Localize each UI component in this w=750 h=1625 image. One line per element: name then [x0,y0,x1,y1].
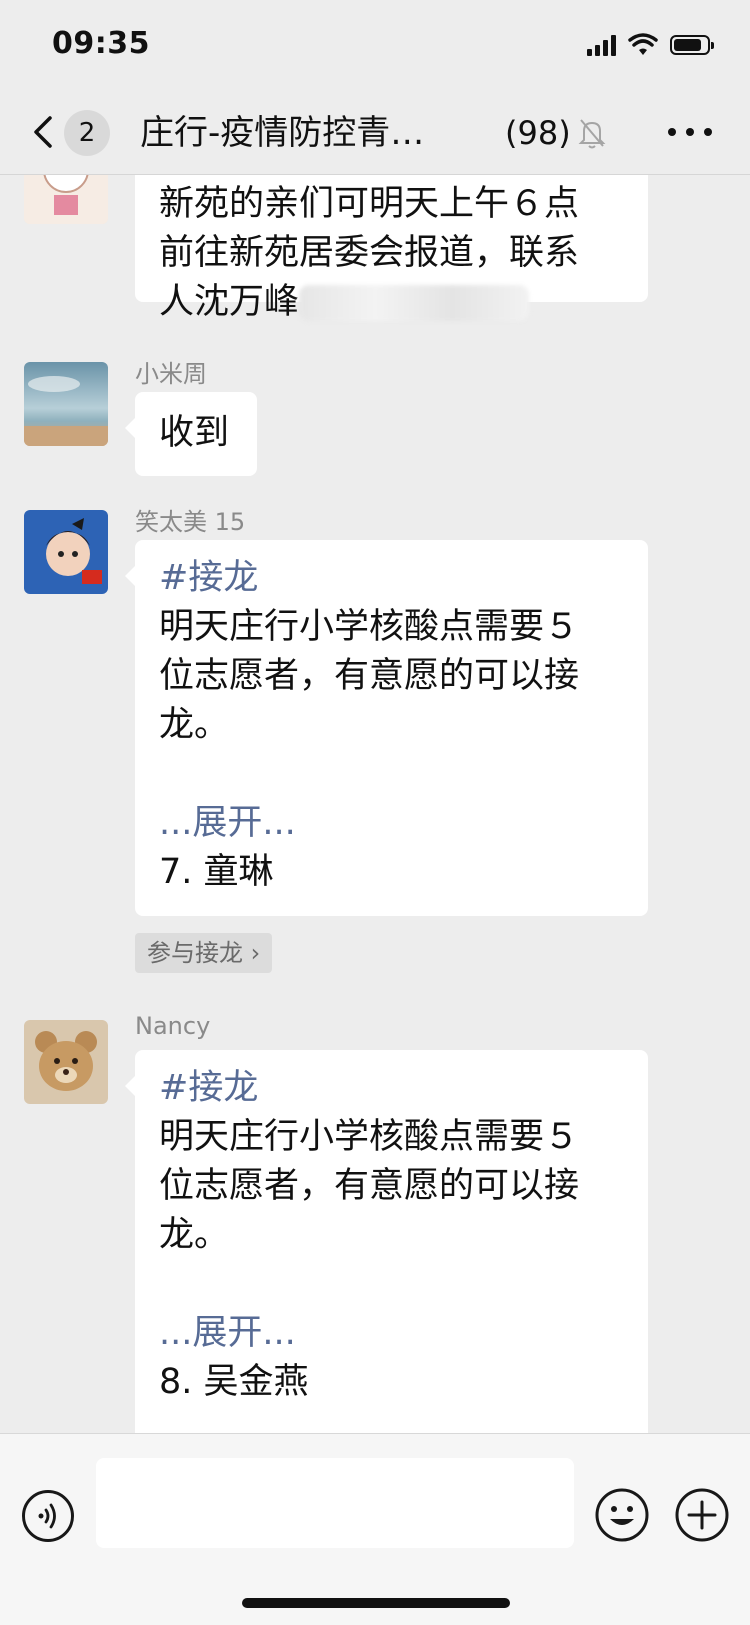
voice-button[interactable] [22,1490,74,1542]
message-line: 龙。 [159,705,230,745]
message-bubble[interactable]: 新苑的亲们可明天上午６点 前往新苑居委会报道，联系 人沈万峰 [135,175,648,322]
join-solitaire-button[interactable]: 参与接龙 › [135,933,273,973]
battery-level [674,39,701,51]
expand-link[interactable]: ...展开... [159,1309,624,1358]
message-text: 收到 [159,413,230,453]
unread-count-badge[interactable]: 2 [64,110,110,156]
status-time: 09:35 [52,26,150,61]
cellular-signal-icon [587,34,616,56]
message-line: 人沈万峰 [159,278,624,327]
message-line: 明天庄行小学核酸点需要５ [159,607,580,647]
message-line: 新苑的亲们可明天上午６点 [159,184,580,224]
message-input[interactable] [96,1458,574,1548]
message-line-text: 人沈万峰 [159,282,300,322]
solitaire-entry: 8. 吴金燕 [159,1362,309,1402]
battery-icon [670,35,714,55]
solitaire-tag[interactable]: #接龙 [159,554,624,603]
member-count: (98) [505,114,571,152]
emoji-icon[interactable] [594,1487,650,1543]
status-icons [587,30,714,60]
message-bubble[interactable]: #接龙 明天庄行小学核酸点需要５ 位志愿者，有意愿的可以接 龙。 ...展开..… [125,540,648,916]
message-bubble[interactable]: #接龙 明天庄行小学核酸点需要５ 位志愿者，有意愿的可以接 龙。 ...展开..… [125,1050,648,1433]
solitaire-tag[interactable]: #接龙 [159,1064,624,1113]
wifi-icon [628,33,658,55]
avatar[interactable] [24,510,108,594]
solitaire-entry: 7. 童琳 [159,852,274,892]
sender-name: 笑太美 15 [135,508,246,536]
avatar[interactable] [24,175,108,224]
voice-icon [38,1503,56,1529]
plus-icon[interactable] [674,1487,730,1543]
more-icon[interactable] [668,128,712,136]
message-list[interactable]: 新苑的亲们可明天上午６点 前往新苑居委会报道，联系 人沈万峰 小米周 收到 笑太… [0,175,750,1433]
expand-link[interactable]: ...展开... [159,799,624,848]
message-line: 位志愿者，有意愿的可以接 [159,656,580,696]
home-indicator [242,1598,510,1608]
message-line: 明天庄行小学核酸点需要５ [159,1117,580,1157]
input-bar [0,1433,750,1625]
chat-title[interactable]: 庄行-疫情防控青… [140,108,485,158]
sender-name: 小米周 [135,360,207,388]
sender-name: Nancy [135,1012,211,1040]
status-bar: 09:35 [0,0,750,92]
avatar[interactable] [24,362,108,446]
message-bubble[interactable]: 收到 [125,392,257,476]
mute-bell-icon [578,119,606,149]
message-line: 前往新苑居委会报道，联系 [159,233,580,273]
chat-header: 2 庄行-疫情防控青… (98) [0,92,750,175]
avatar[interactable] [24,1020,108,1104]
redacted-phone [299,285,530,321]
message-line: 龙。 [159,1215,230,1255]
message-line: 位志愿者，有意愿的可以接 [159,1166,580,1206]
back-icon[interactable] [28,112,58,152]
